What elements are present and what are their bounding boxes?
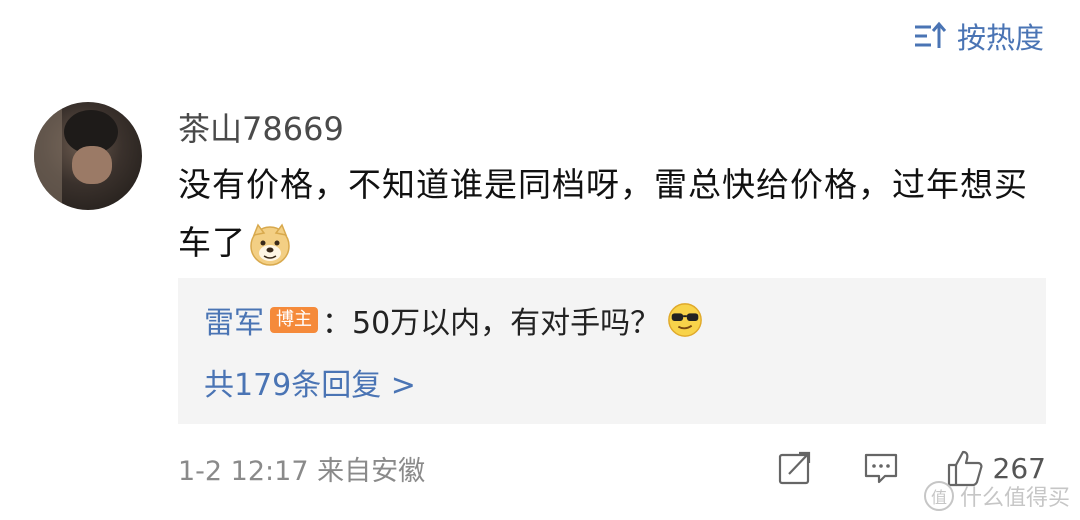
comment-footer: 1-2 12:17 来自安徽 267 xyxy=(178,446,1046,490)
reply-author[interactable]: 雷军 xyxy=(204,298,264,342)
blogger-badge: 博主 xyxy=(270,307,318,333)
comment-icon xyxy=(864,453,897,484)
comment-username[interactable]: 茶山78669 xyxy=(178,104,344,150)
comment-text: 没有价格，不知道谁是同档呀，雷总快给价格，过年想买车了 xyxy=(178,165,1028,262)
timestamp: 1-2 12:17 来自安徽 xyxy=(178,455,426,487)
reply-text: ：50万以内，有对手吗？ xyxy=(322,306,661,341)
cool-sunglasses-emoji xyxy=(668,303,703,337)
share-button[interactable] xyxy=(777,450,813,486)
doge-emoji xyxy=(250,222,290,266)
reply-box[interactable]: 雷军 博主 ：50万以内，有对手吗？ 共179条回复 > xyxy=(178,278,1046,424)
comment-button[interactable] xyxy=(863,450,899,486)
watermark-text: 什么值得买 xyxy=(959,486,1070,511)
top-reply: 雷军 博主 ：50万以内，有对手吗？ xyxy=(204,298,704,342)
share-icon xyxy=(778,451,810,485)
view-replies-link[interactable]: 共179条回复 > xyxy=(204,360,416,404)
comment-body: 没有价格，不知道谁是同档呀，雷总快给价格，过年想买车了 xyxy=(178,156,1038,272)
watermark: 值 什么值得买 xyxy=(923,480,1070,512)
sort-icon xyxy=(914,21,947,48)
sort-button[interactable]: 按热度 xyxy=(913,16,1044,56)
avatar[interactable] xyxy=(34,102,142,210)
sort-label: 按热度 xyxy=(956,21,1044,55)
watermark-logo-icon: 值 xyxy=(923,481,954,511)
